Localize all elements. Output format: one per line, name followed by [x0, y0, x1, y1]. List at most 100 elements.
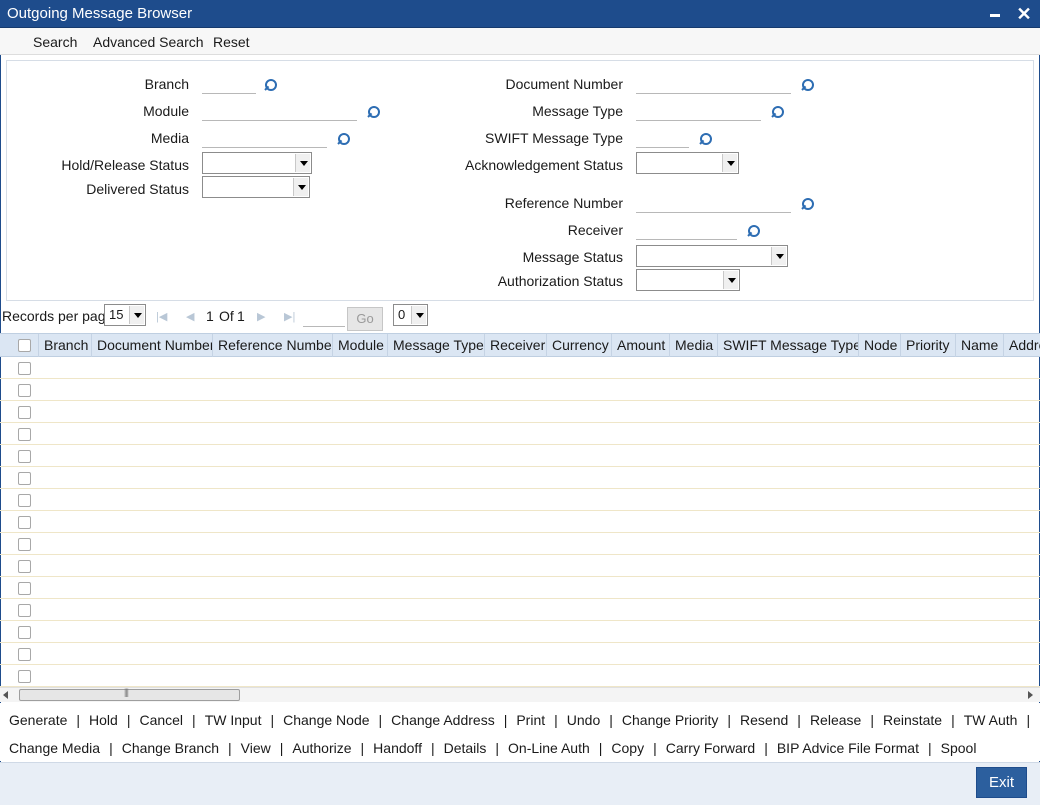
reinstate-action[interactable]: Reinstate — [883, 712, 942, 728]
reference-number-search-icon[interactable] — [801, 198, 814, 211]
carry-forward-action[interactable]: Carry Forward — [666, 740, 755, 756]
branch-search-icon[interactable] — [264, 79, 277, 92]
swift-message-type-search-icon[interactable] — [699, 133, 712, 146]
row-checkbox[interactable] — [18, 538, 31, 551]
row-checkbox[interactable] — [18, 560, 31, 573]
hold-action[interactable]: Hold — [89, 712, 118, 728]
records-per-page-select[interactable]: 15 — [104, 304, 146, 326]
table-row — [0, 599, 1040, 621]
module-field[interactable] — [202, 100, 357, 121]
media-search-icon[interactable] — [337, 133, 350, 146]
reference-number-field[interactable] — [636, 192, 791, 213]
dropdown-arrow-icon — [295, 154, 310, 172]
resend-action[interactable]: Resend — [740, 712, 788, 728]
first-page-icon[interactable]: |◀ — [156, 311, 170, 323]
copy-action[interactable]: Copy — [611, 740, 644, 756]
row-checkbox[interactable] — [18, 516, 31, 529]
scroll-left-icon[interactable] — [3, 691, 8, 699]
horizontal-scrollbar[interactable] — [0, 687, 1040, 702]
row-checkbox[interactable] — [18, 384, 31, 397]
column-header-amount[interactable]: Amount — [612, 334, 670, 357]
undo-action[interactable]: Undo — [567, 712, 600, 728]
dropdown-arrow-icon — [771, 247, 786, 265]
details-action[interactable]: Details — [444, 740, 487, 756]
authorize-action[interactable]: Authorize — [292, 740, 351, 756]
last-page-icon[interactable]: ▶| — [284, 311, 298, 323]
scroll-right-icon[interactable] — [1028, 691, 1033, 699]
generate-action[interactable]: Generate — [9, 712, 67, 728]
column-header-media[interactable]: Media — [670, 334, 718, 357]
row-checkbox[interactable] — [18, 604, 31, 617]
document-number-search-icon[interactable] — [801, 79, 814, 92]
change-media-action[interactable]: Change Media — [9, 740, 100, 756]
tw-input-action[interactable]: TW Input — [205, 712, 262, 728]
message-type-search-icon[interactable] — [771, 106, 784, 119]
delivered-status-select[interactable] — [202, 176, 310, 198]
release-action[interactable]: Release — [810, 712, 861, 728]
column-header-priority[interactable]: Priority — [901, 334, 956, 357]
scrollbar-thumb[interactable] — [19, 687, 240, 701]
search-button[interactable]: Search — [33, 34, 77, 50]
branch-field[interactable] — [202, 73, 256, 94]
message-status-select[interactable] — [636, 245, 788, 267]
print-action[interactable]: Print — [516, 712, 545, 728]
row-checkbox[interactable] — [18, 472, 31, 485]
goto-page-input[interactable] — [303, 307, 345, 327]
results-grid: Branch Document Number Reference Number … — [0, 333, 1040, 687]
change-address-action[interactable]: Change Address — [391, 712, 495, 728]
column-header-document-number[interactable]: Document Number — [92, 334, 213, 357]
handoff-action[interactable]: Handoff — [373, 740, 422, 756]
receiver-search-icon[interactable] — [747, 225, 760, 238]
minimize-icon[interactable] — [984, 3, 1006, 25]
swift-message-type-field[interactable] — [636, 127, 689, 148]
media-field[interactable] — [202, 127, 327, 148]
reset-button[interactable]: Reset — [213, 34, 250, 50]
row-checkbox[interactable] — [18, 362, 31, 375]
select-all-checkbox[interactable] — [18, 339, 31, 352]
row-checkbox[interactable] — [18, 648, 31, 661]
column-header-node[interactable]: Node — [859, 334, 901, 357]
row-checkbox[interactable] — [18, 494, 31, 507]
bip-advice-file-format-action[interactable]: BIP Advice File Format — [777, 740, 919, 756]
row-checkbox[interactable] — [18, 626, 31, 639]
row-checkbox[interactable] — [18, 406, 31, 419]
tw-auth-action[interactable]: TW Auth — [964, 712, 1018, 728]
column-header-address[interactable]: Address — [1004, 334, 1040, 357]
spool-action[interactable]: Spool — [941, 740, 977, 756]
document-number-field[interactable] — [636, 73, 791, 94]
view-action[interactable]: View — [241, 740, 271, 756]
change-priority-action[interactable]: Change Priority — [622, 712, 719, 728]
cancel-action[interactable]: Cancel — [139, 712, 183, 728]
row-checkbox[interactable] — [18, 582, 31, 595]
exit-button[interactable]: Exit — [976, 767, 1027, 798]
column-header-name[interactable]: Name — [956, 334, 1004, 357]
message-type-field[interactable] — [636, 100, 761, 121]
next-page-icon[interactable]: ▶ — [257, 311, 271, 323]
column-header-receiver[interactable]: Receiver — [485, 334, 547, 357]
column-header-swift-message-type[interactable]: SWIFT Message Type — [718, 334, 859, 357]
hold-release-status-select[interactable] — [202, 152, 312, 174]
message-status-label: Message Status — [522, 249, 623, 265]
dropdown-arrow-icon — [411, 306, 426, 324]
row-checkbox[interactable] — [18, 450, 31, 463]
module-search-icon[interactable] — [367, 106, 380, 119]
go-button[interactable]: Go — [347, 307, 383, 331]
authorization-status-select[interactable] — [636, 269, 740, 291]
page-jump-select[interactable]: 0 — [393, 304, 428, 326]
advanced-search-button[interactable]: Advanced Search — [93, 34, 204, 50]
change-branch-action[interactable]: Change Branch — [122, 740, 219, 756]
column-header-reference-number[interactable]: Reference Number — [213, 334, 333, 357]
column-header-module[interactable]: Module — [333, 334, 388, 357]
online-auth-action[interactable]: On-Line Auth — [508, 740, 590, 756]
row-checkbox[interactable] — [18, 670, 31, 683]
receiver-field[interactable] — [636, 219, 737, 240]
previous-page-icon[interactable]: ◀ — [186, 311, 200, 323]
document-number-label: Document Number — [505, 76, 624, 92]
row-checkbox[interactable] — [18, 428, 31, 441]
column-header-currency[interactable]: Currency — [547, 334, 612, 357]
change-node-action[interactable]: Change Node — [283, 712, 369, 728]
column-header-message-type[interactable]: Message Type — [388, 334, 485, 357]
acknowledgement-status-select[interactable] — [636, 152, 739, 174]
column-header-branch[interactable]: Branch — [39, 334, 92, 357]
close-icon[interactable]: ✕ — [1013, 3, 1035, 25]
